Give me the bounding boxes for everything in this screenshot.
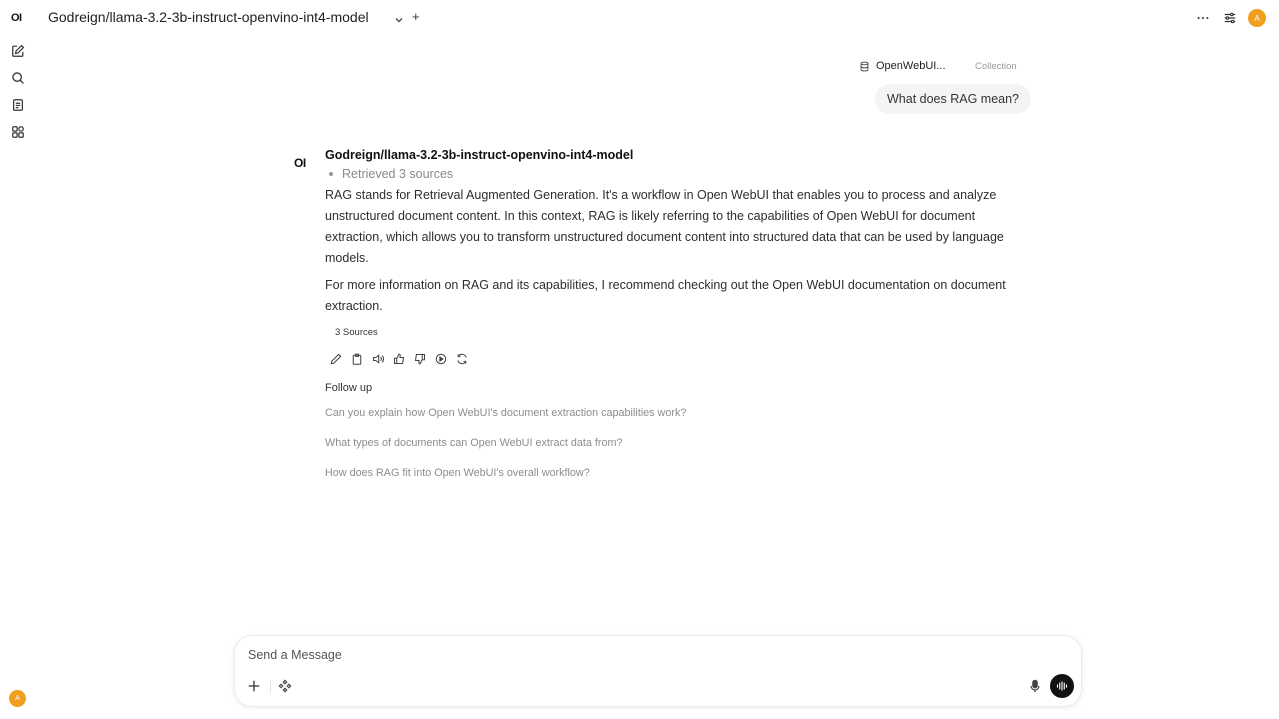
microphone-icon[interactable] <box>1028 679 1044 695</box>
regenerate-icon[interactable] <box>456 353 469 366</box>
edit-icon[interactable] <box>330 353 343 366</box>
collection-type: Collection <box>975 60 1017 72</box>
tools-icon[interactable] <box>278 679 294 695</box>
follow-up-suggestion[interactable]: How does RAG fit into Open WebUI's overa… <box>325 467 590 479</box>
thumbs-up-icon[interactable] <box>393 353 406 366</box>
more-icon[interactable] <box>1196 11 1210 25</box>
message-actions <box>330 353 477 366</box>
search-icon[interactable] <box>11 71 25 85</box>
retrieval-status-text: Retrieved 3 sources <box>342 167 454 181</box>
response-paragraph: For more information on RAG and its capa… <box>325 278 1006 313</box>
notes-icon[interactable] <box>11 98 25 112</box>
assistant-avatar: OI <box>294 156 306 170</box>
controls-icon[interactable] <box>1223 11 1237 25</box>
retrieval-status[interactable]: Retrieved 3 sources <box>329 167 453 181</box>
divider <box>270 680 271 693</box>
app-logo[interactable]: OI <box>11 12 22 24</box>
waveform-icon <box>1056 681 1068 691</box>
response-paragraph: RAG stands for Retrieval Augmented Gener… <box>325 188 1004 265</box>
assistant-response: RAG stands for Retrieval Augmented Gener… <box>325 185 1025 323</box>
assistant-model-name: Godreign/llama-3.2-3b-instruct-openvino-… <box>325 148 634 162</box>
voice-mode-button[interactable] <box>1050 674 1074 698</box>
message-input[interactable] <box>248 648 1008 662</box>
sources-button[interactable]: 3 Sources <box>330 325 383 340</box>
sidebar-rail: OI A <box>0 0 36 719</box>
follow-up-suggestion[interactable]: Can you explain how Open WebUI's documen… <box>325 407 686 419</box>
follow-up-heading: Follow up <box>325 382 373 394</box>
database-icon <box>860 61 869 71</box>
copy-icon[interactable] <box>351 353 364 366</box>
message-composer <box>234 635 1082 707</box>
model-selector[interactable]: Godreign/llama-3.2-3b-instruct-openvino-… <box>48 9 369 25</box>
workspace-icon[interactable] <box>11 125 25 139</box>
top-bar: Godreign/llama-3.2-3b-instruct-openvino-… <box>36 0 1279 36</box>
user-avatar[interactable]: A <box>1248 9 1266 27</box>
thumbs-down-icon[interactable] <box>414 353 427 366</box>
bullet-icon <box>329 172 333 176</box>
user-message-bubble: What does RAG mean? <box>875 84 1032 114</box>
follow-up-suggestion[interactable]: What types of documents can Open WebUI e… <box>325 437 622 449</box>
chevron-down-icon[interactable] <box>394 12 404 23</box>
continue-icon[interactable] <box>435 353 448 366</box>
collection-name: OpenWebUI... <box>876 60 946 72</box>
add-model-button[interactable]: + <box>412 9 420 24</box>
plus-icon[interactable] <box>247 679 263 695</box>
user-avatar-small[interactable]: A <box>9 690 26 707</box>
attached-collection-chip[interactable]: OpenWebUI... Collection <box>859 59 1017 73</box>
read-aloud-icon[interactable] <box>372 353 385 366</box>
new-chat-icon[interactable] <box>11 44 25 58</box>
